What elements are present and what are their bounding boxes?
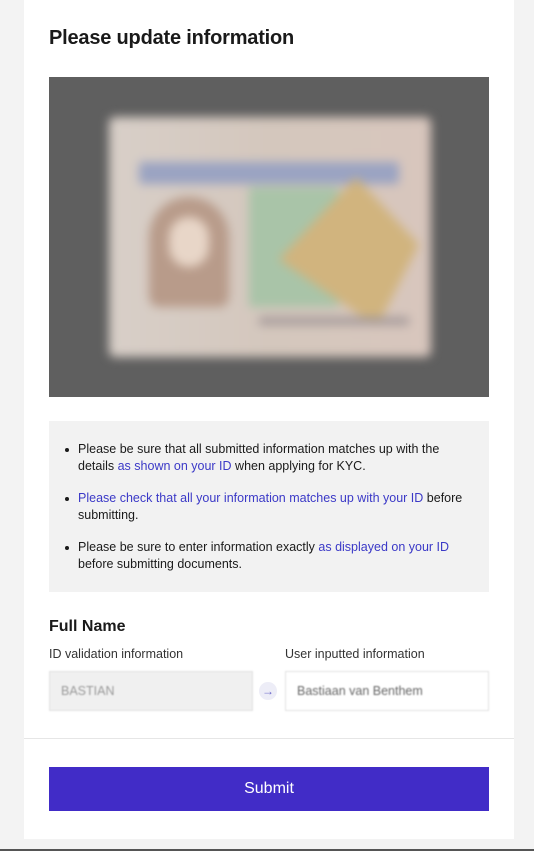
id-validation-value: BASTIAN [49,671,253,711]
instruction-link[interactable]: Please check that all your information m… [78,491,423,505]
instruction-item: Please check that all your information m… [65,490,478,524]
divider [24,738,514,739]
instructions-box: Please be sure that all submitted inform… [49,421,489,592]
full-name-heading: Full Name [49,618,126,635]
id-validation-label: ID validation information [49,647,184,661]
user-input-field[interactable] [285,671,489,711]
user-input-label: User inputted information [285,647,425,661]
submit-button[interactable]: Submit [49,767,489,811]
page-title: Please update information [49,27,295,49]
id-document-image [109,117,431,357]
instruction-item: Please be sure to enter information exac… [65,539,478,573]
id-document-preview [49,77,489,397]
update-info-card: Please update information Please be sure… [24,0,514,839]
arrow-right-icon: → [259,682,277,700]
instruction-item: Please be sure that all submitted inform… [65,441,478,475]
instructions-list: Please be sure that all submitted inform… [65,441,478,588]
instruction-link[interactable]: as shown on your ID [118,459,232,473]
instruction-link[interactable]: as displayed on your ID [318,540,449,554]
